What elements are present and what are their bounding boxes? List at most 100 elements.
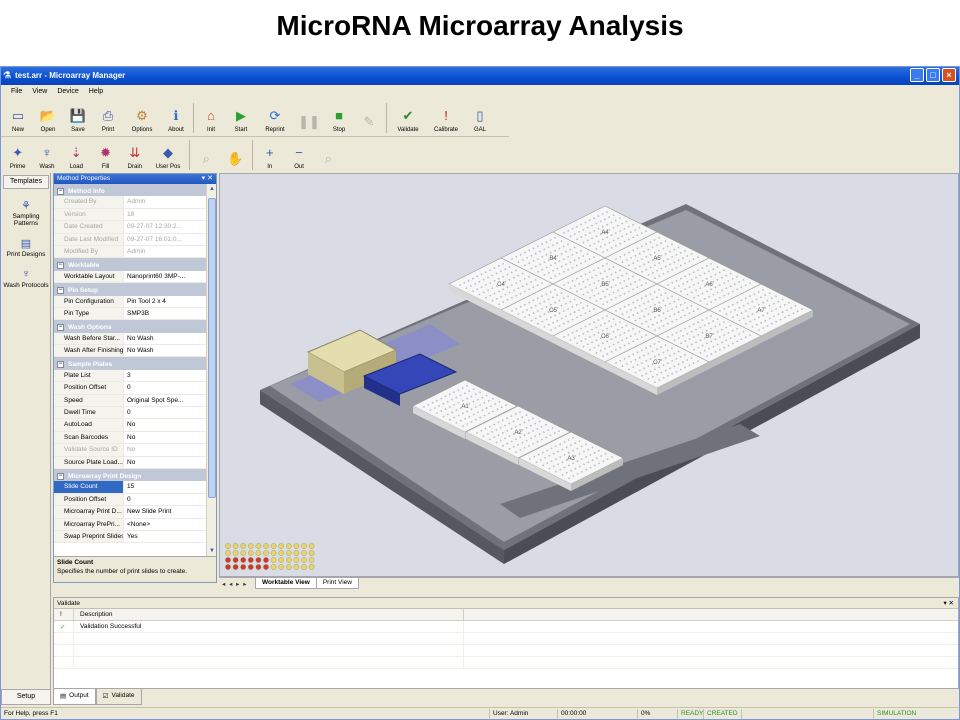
toolbar-tool-button[interactable]: ✎ — [354, 101, 384, 135]
toolbar-save-button[interactable]: 💾 Save — [63, 101, 93, 135]
property-value[interactable]: 09-27-07 12:30:2... — [124, 221, 206, 232]
property-row[interactable]: Date Last Modified 09-27-07 16:01:0... — [54, 233, 206, 246]
scroll-down-icon[interactable]: ▼ — [207, 546, 217, 556]
tab-validate[interactable]: ☑ Validate — [95, 689, 142, 705]
property-row[interactable]: Slide Count 15 — [54, 481, 206, 494]
property-value[interactable]: Yes — [124, 531, 206, 542]
menu-device[interactable]: Device — [57, 88, 78, 101]
property-row[interactable]: Microarray Print D... New Slide Print — [54, 506, 206, 519]
pin-icon[interactable]: ▾ ✕ — [943, 599, 954, 607]
property-row[interactable]: Microarray PrePri... <None> — [54, 518, 206, 531]
property-row[interactable]: Scan Barcodes No — [54, 431, 206, 445]
menu-view[interactable]: View — [32, 88, 47, 101]
sidebar-item-wash-protocols[interactable]: ♆ Wash Protocols — [1, 268, 51, 289]
menu-file[interactable]: File — [11, 88, 22, 101]
toolbar-new-button[interactable]: ▭ New — [3, 101, 33, 135]
column-header-description[interactable]: Description — [74, 609, 464, 620]
property-value[interactable]: 09-27-07 16:01:0... — [124, 234, 206, 245]
sidebar-item-sampling-patterns[interactable]: ⚘ Sampling Patterns — [1, 199, 51, 227]
toolbar-options-button[interactable]: ⚙ Options — [123, 101, 161, 135]
property-row[interactable]: Validate Source ID No — [54, 444, 206, 457]
property-value[interactable]: Admin — [124, 196, 206, 207]
toolbar-print-button[interactable]: ⎙ Print — [93, 101, 123, 135]
property-row[interactable]: Worktable Layout Nanoprint60 3MP-... — [54, 270, 206, 284]
property-value[interactable]: SMP3B — [124, 308, 206, 319]
column-header-status[interactable]: ! — [54, 609, 74, 620]
property-row[interactable]: Source Plate Load... No — [54, 456, 206, 469]
toolbar-pan-hand-button[interactable]: ✋ — [221, 138, 250, 172]
property-value[interactable]: 15 — [124, 481, 206, 492]
tab-nav-arrows[interactable]: ◂ ◂ ▸ ▸ — [219, 578, 255, 589]
tab-output[interactable]: ▤ Output — [53, 689, 96, 705]
table-row[interactable]: ✓ Validation Successful — [54, 621, 958, 633]
property-value[interactable]: 0 — [124, 407, 206, 418]
toolbar-zoom-button[interactable]: ⌕ — [192, 138, 221, 172]
property-value[interactable]: Admin — [124, 246, 206, 257]
collapse-icon[interactable]: − — [57, 262, 64, 270]
close-button[interactable]: × — [942, 68, 956, 82]
property-value[interactable]: <None> — [124, 519, 206, 530]
collapse-icon[interactable]: − — [57, 286, 64, 294]
property-row[interactable]: Position Offset 0 — [54, 382, 206, 395]
toolbar-reprint-button[interactable]: ⟳ Reprint — [256, 101, 294, 135]
toolbar-user-pos-button[interactable]: ◆ User Pos — [149, 138, 186, 172]
properties-scrollbar[interactable]: ▲ ▼ — [206, 184, 216, 556]
property-value[interactable]: 0 — [124, 494, 206, 505]
property-row[interactable]: Pin Type SMP3B — [54, 307, 206, 321]
property-row[interactable]: Dwell Time 0 — [54, 407, 206, 420]
property-row[interactable]: Version 18 — [54, 208, 206, 222]
property-row[interactable]: Swap Preprint Slides Yes — [54, 530, 206, 544]
property-category[interactable]: − Sample Plates — [54, 357, 206, 370]
property-value[interactable]: Original Spot Spe... — [124, 395, 206, 406]
property-value[interactable]: No — [124, 432, 206, 443]
property-row[interactable]: Plate List 3 — [54, 369, 206, 383]
toolbar-wash-button[interactable]: ♆ Wash — [32, 138, 61, 172]
toolbar-fill-button[interactable]: ✹ Fill — [91, 138, 120, 172]
pin-icon[interactable]: ▾ ✕ — [202, 174, 213, 182]
toolbar-about-button[interactable]: ℹ About — [161, 101, 191, 135]
collapse-icon[interactable]: − — [57, 323, 64, 331]
toolbar-load-button[interactable]: ⇣ Load — [62, 138, 91, 172]
property-row[interactable]: Date Created 09-27-07 12:30:2... — [54, 221, 206, 234]
toolbar-in-button[interactable]: + In — [255, 138, 284, 172]
toolbar-drain-button[interactable]: ⇊ Drain — [120, 138, 149, 172]
worktable-view[interactable]: A4 B4 C4 A5 B5 C5 A6 B6 C6 A7 B7 C7 A1 A2 A3 — [219, 173, 959, 577]
property-value[interactable]: 18 — [124, 209, 206, 220]
property-category[interactable]: − Worktable — [54, 258, 206, 271]
property-value[interactable]: 3 — [124, 370, 206, 381]
sidebar-item-print-designs[interactable]: ▤ Print Designs — [1, 237, 51, 258]
property-row[interactable]: Position Offset 0 — [54, 493, 206, 507]
property-row[interactable]: Wash After Finishing No Wash — [54, 345, 206, 358]
toolbar-gal-button[interactable]: ▯ GAL — [465, 101, 495, 135]
toolbar-prime-button[interactable]: ✦ Prime — [3, 138, 32, 172]
property-value[interactable]: No — [124, 419, 206, 430]
tab-worktable-view[interactable]: Worktable View — [255, 578, 317, 589]
toolbar-out-button[interactable]: − Out — [284, 138, 313, 172]
toolbar-stop-button[interactable]: ■ Stop — [324, 101, 354, 135]
property-row[interactable]: Modified By Admin — [54, 245, 206, 259]
property-value[interactable]: New Slide Print — [124, 506, 206, 517]
property-value[interactable]: No — [124, 457, 206, 468]
collapse-icon[interactable]: − — [57, 472, 64, 480]
toolbar-init-button[interactable]: ⌂ Init — [196, 101, 226, 135]
property-row[interactable]: Speed Original Spot Spe... — [54, 394, 206, 408]
toolbar-start-button[interactable]: ▶ Start — [226, 101, 256, 135]
toolbar-calibrate-button[interactable]: ! Calibrate — [427, 101, 465, 135]
toolbar-open-button[interactable]: 📂 Open — [33, 101, 63, 135]
property-category[interactable]: − Microarray Print Design — [54, 468, 206, 482]
scroll-up-icon[interactable]: ▲ — [207, 184, 217, 194]
setup-tab[interactable]: Setup — [1, 689, 51, 705]
scrollbar-thumb[interactable] — [208, 198, 216, 498]
property-value[interactable]: Nanoprint60 3MP-... — [124, 271, 206, 282]
tab-print-view[interactable]: Print View — [315, 578, 359, 589]
menu-help[interactable]: Help — [89, 88, 103, 101]
property-value[interactable]: Pin Tool 2 x 4 — [124, 296, 206, 307]
templates-tab[interactable]: Templates — [3, 175, 49, 189]
minimize-button[interactable]: _ — [910, 68, 924, 82]
toolbar-validate-button[interactable]: ✔ Validate — [389, 101, 427, 135]
property-value[interactable]: No — [124, 444, 206, 455]
property-row[interactable]: Pin Configuration Pin Tool 2 x 4 — [54, 295, 206, 308]
property-row[interactable]: AutoLoad No — [54, 419, 206, 432]
property-category[interactable]: − Pin Setup — [54, 283, 206, 296]
property-value[interactable]: 0 — [124, 382, 206, 393]
